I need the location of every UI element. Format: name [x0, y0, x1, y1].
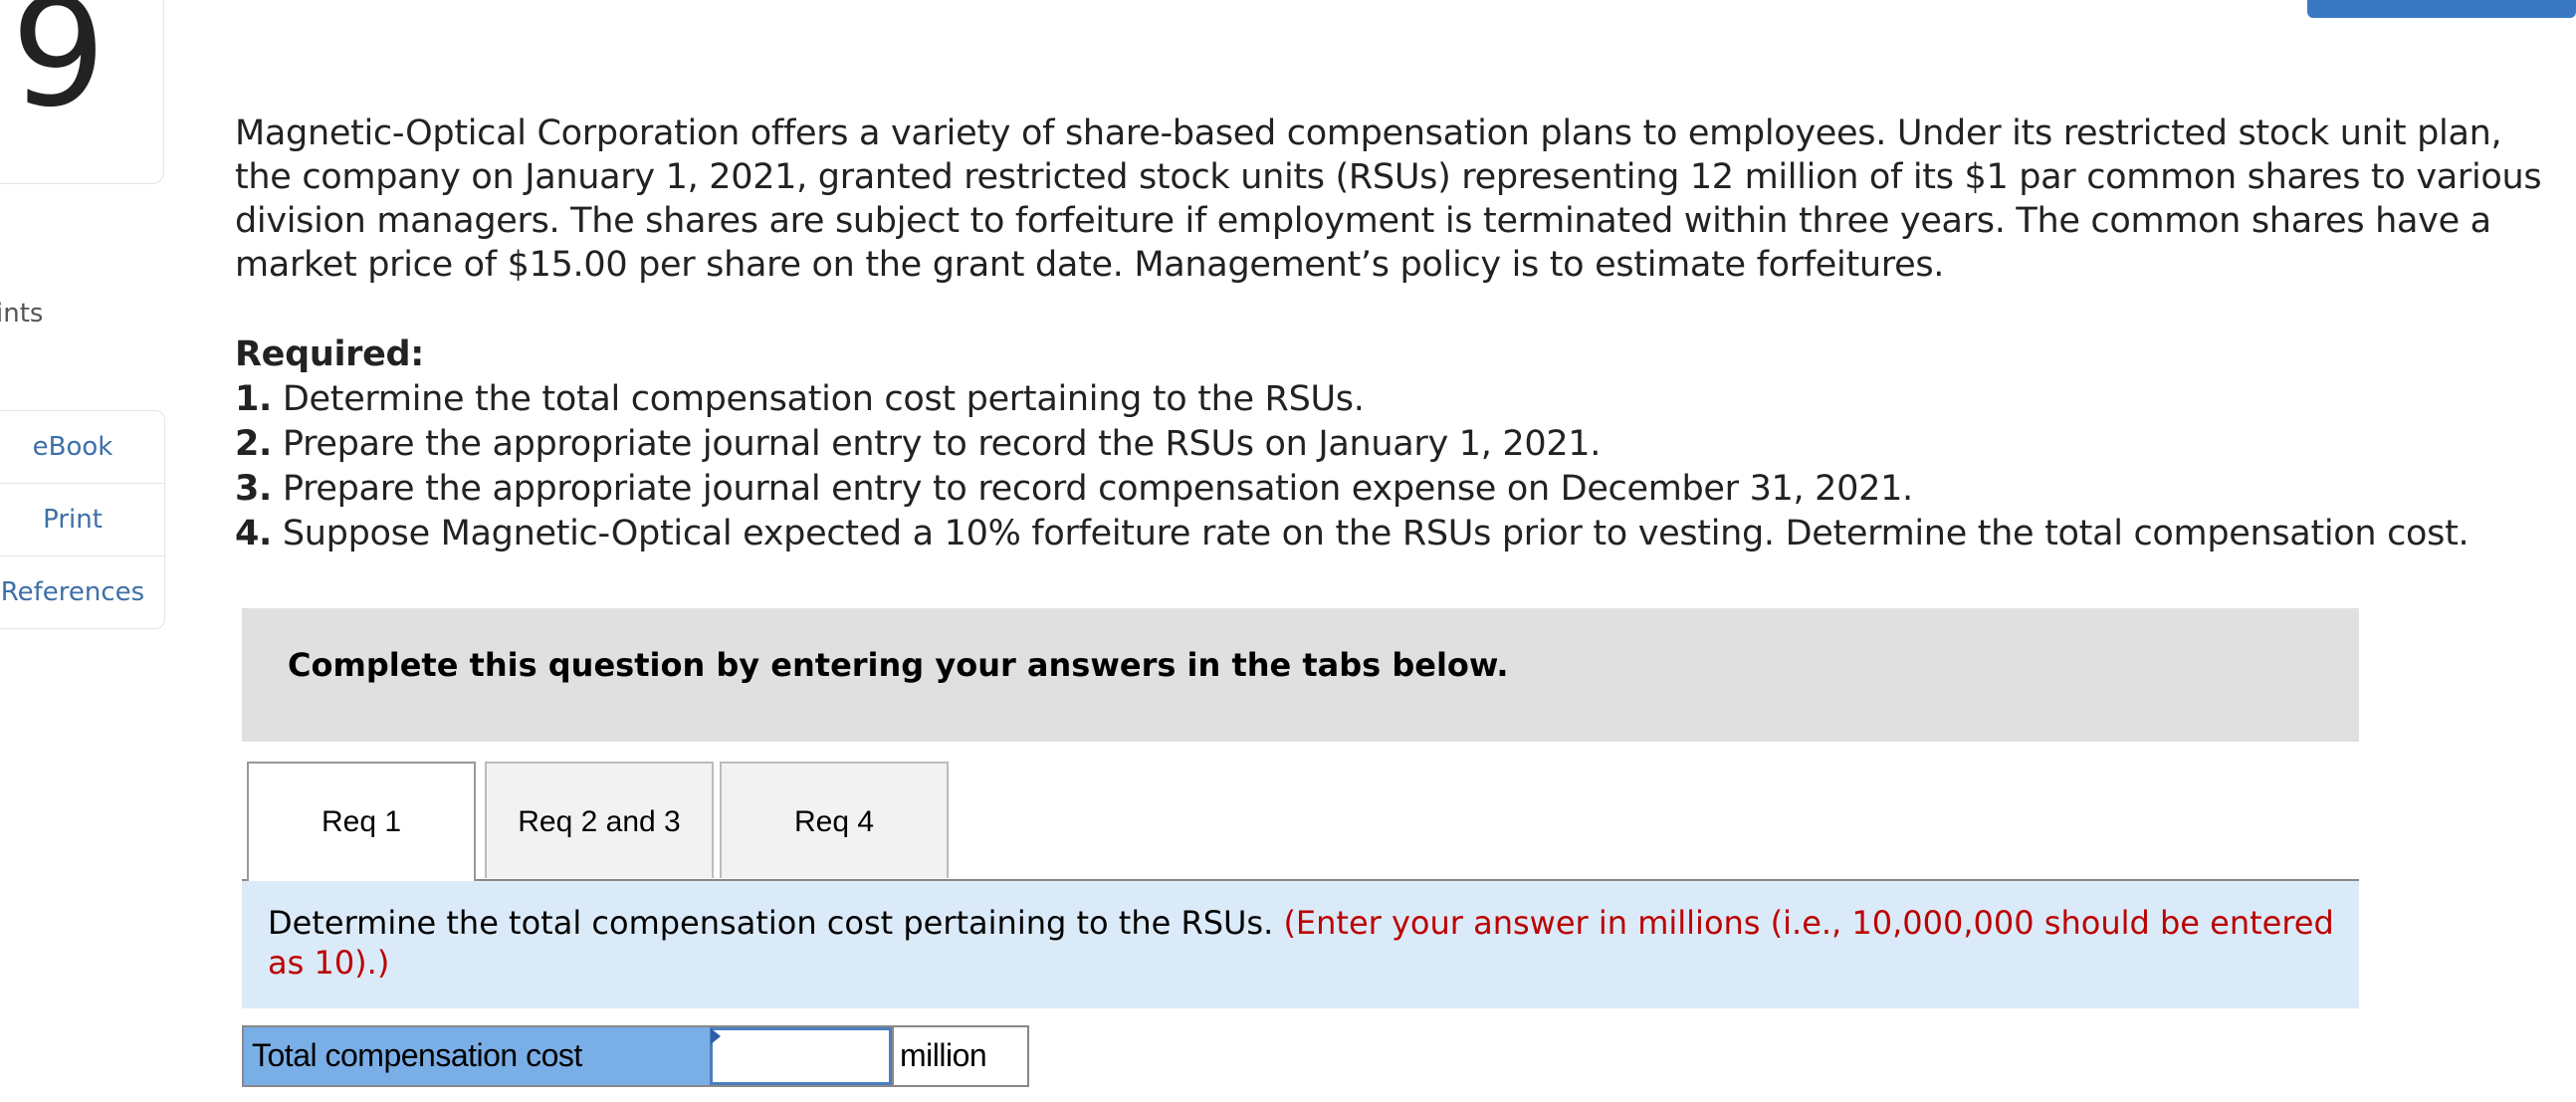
points-label: ints: [0, 299, 44, 329]
answer-row-label: Total compensation cost: [244, 1027, 710, 1085]
question-number: 9: [11, 0, 107, 140]
tab-req-2-and-3[interactable]: Req 2 and 3: [485, 762, 714, 878]
problem-line: division managers. The shares are subjec…: [235, 201, 2491, 241]
required-item: 4. Suppose Magnetic-Optical expected a 1…: [235, 514, 2469, 553]
question-number-card: 9: [0, 0, 164, 184]
req1-prompt: Determine the total compensation cost pe…: [268, 904, 1274, 942]
sidebar-tools: eBook Print References: [0, 410, 165, 629]
unit-label: million: [892, 1027, 1027, 1085]
sidebar-item-print[interactable]: Print: [0, 484, 164, 556]
required-heading: Required:: [235, 334, 425, 374]
problem-line: Magnetic-Optical Corporation offers a va…: [235, 113, 2502, 153]
req1-prompt-band: Determine the total compensation cost pe…: [242, 881, 2359, 1008]
tab-bar: Req 1 Req 2 and 3 Req 4: [242, 762, 2359, 882]
total-compensation-cost-input[interactable]: [710, 1027, 892, 1085]
problem-line: market price of $15.00 per share on the …: [235, 245, 1945, 285]
required-item: 1. Determine the total compensation cost…: [235, 379, 1365, 419]
sidebar-item-references[interactable]: References: [0, 556, 164, 628]
required-section: Required: 1. Determine the total compens…: [235, 332, 2469, 556]
required-item: 2. Prepare the appropriate journal entry…: [235, 424, 1602, 464]
sidebar-item-ebook[interactable]: eBook: [0, 411, 164, 484]
required-item: 3. Prepare the appropriate journal entry…: [235, 469, 1913, 509]
top-action-button[interactable]: [2307, 0, 2576, 18]
tab-req-4[interactable]: Req 4: [720, 762, 949, 878]
instruction-text: Complete this question by entering your …: [288, 646, 1509, 684]
problem-text: Magnetic-Optical Corporation offers a va…: [235, 111, 2542, 287]
problem-line: the company on January 1, 2021, granted …: [235, 157, 2542, 197]
instruction-box: Complete this question by entering your …: [242, 608, 2359, 742]
answer-row: Total compensation cost million: [242, 1025, 1029, 1087]
tab-req-1[interactable]: Req 1: [247, 762, 476, 882]
